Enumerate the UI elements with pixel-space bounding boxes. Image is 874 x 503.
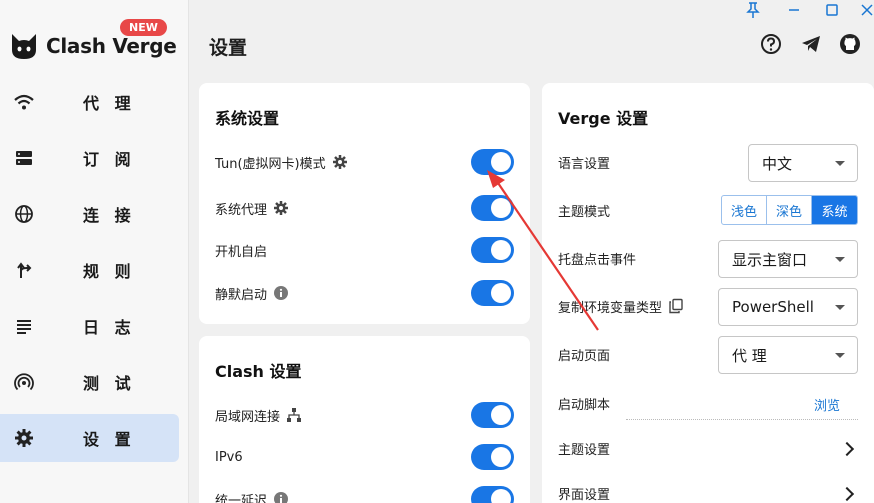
start-script-label: 启动脚本 xyxy=(558,397,611,413)
start-script-field[interactable] xyxy=(626,419,858,420)
tray-event-select[interactable]: 显示主窗口 xyxy=(718,240,858,278)
tray-event-label: 托盘点击事件 xyxy=(558,252,637,268)
list-icon xyxy=(17,320,31,334)
dropdown-arrow-icon xyxy=(835,161,845,166)
system-proxy-label: 系统代理 xyxy=(215,202,268,218)
nav-item-settings[interactable]: 设 置 xyxy=(0,414,179,462)
dropdown-arrow-icon xyxy=(835,257,845,262)
start-page-select[interactable]: 代 理 xyxy=(718,336,858,374)
nav-list: 代 理 订 阅 连 接 规 则 日 志 测 试 设 置 xyxy=(0,78,189,470)
nav-label: 连 接 xyxy=(83,206,136,225)
theme-system-button[interactable]: 系统 xyxy=(812,196,857,224)
github-icon[interactable] xyxy=(839,33,861,55)
sidebar: NEW Clash Verge 代 理 订 阅 连 接 规 则 日 志 测 试 … xyxy=(0,0,189,503)
copy-env-select[interactable]: PowerShell xyxy=(718,288,858,326)
nav-item-proxy[interactable]: 代 理 xyxy=(0,78,179,126)
setting-row-unified-delay: 统一延迟 xyxy=(215,484,514,503)
setting-row-silent-start: 静默启动 xyxy=(215,278,514,308)
ipv6-toggle[interactable] xyxy=(471,444,514,470)
system-proxy-settings-icon[interactable] xyxy=(273,200,289,216)
cat-logo-icon xyxy=(12,34,36,59)
ipv6-label: IPv6 xyxy=(215,449,243,465)
tray-event-value: 显示主窗口 xyxy=(732,250,808,269)
tun-settings-icon[interactable] xyxy=(332,154,348,170)
nav-label: 日 志 xyxy=(83,318,136,337)
nav-item-test[interactable]: 测 试 xyxy=(0,358,179,406)
maximize-icon[interactable] xyxy=(823,1,841,19)
nav-label: 测 试 xyxy=(83,374,136,393)
telegram-icon[interactable] xyxy=(800,33,822,55)
silent-start-toggle[interactable] xyxy=(471,280,514,306)
info-icon[interactable] xyxy=(273,491,289,503)
pin-icon[interactable] xyxy=(744,1,762,19)
tun-mode-label: Tun(虚拟网卡)模式 xyxy=(215,156,326,172)
theme-mode-label: 主题模式 xyxy=(558,204,611,220)
copy-env-label: 复制环境变量类型 xyxy=(558,300,663,316)
unified-delay-toggle[interactable] xyxy=(471,486,514,503)
system-proxy-toggle[interactable] xyxy=(471,195,514,221)
silent-start-label: 静默启动 xyxy=(215,287,268,303)
setting-row-lan: 局域网连接 xyxy=(215,400,514,430)
close-icon[interactable] xyxy=(858,1,874,19)
app-name: Clash Verge xyxy=(46,34,177,58)
unified-delay-label: 统一延迟 xyxy=(215,493,268,503)
minimize-icon[interactable] xyxy=(785,1,803,19)
lan-label: 局域网连接 xyxy=(215,409,281,425)
language-label: 语言设置 xyxy=(558,156,611,172)
card-title: 系统设置 xyxy=(215,109,280,128)
globe-icon xyxy=(15,205,33,223)
radar-icon xyxy=(14,373,34,391)
browse-button[interactable]: 浏览 xyxy=(814,395,840,414)
nav-label: 设 置 xyxy=(83,430,136,449)
page-title: 设置 xyxy=(209,37,248,59)
dropdown-arrow-icon xyxy=(835,305,845,310)
card-title: Verge 设置 xyxy=(558,109,649,128)
theme-dark-button[interactable]: 深色 xyxy=(767,196,812,224)
nav-item-logs[interactable]: 日 志 xyxy=(0,302,179,350)
route-icon xyxy=(17,262,32,278)
wifi-icon xyxy=(14,94,34,110)
autostart-label: 开机自启 xyxy=(215,244,268,260)
ui-settings-label: 界面设置 xyxy=(558,487,611,503)
theme-mode-group: 浅色 深色 系统 xyxy=(721,195,858,225)
clash-settings-card: Clash 设置 局域网连接 IPv6 统一延迟 xyxy=(199,336,530,503)
header: 设置 xyxy=(190,0,874,78)
copy-env-value: PowerShell xyxy=(732,298,814,316)
start-page-value: 代 理 xyxy=(732,346,767,365)
copy-icon[interactable] xyxy=(668,298,684,314)
nav-label: 规 则 xyxy=(83,262,136,281)
setting-row-theme-settings[interactable]: 主题设置 xyxy=(558,433,858,463)
nav-label: 订 阅 xyxy=(83,150,136,169)
start-page-label: 启动页面 xyxy=(558,348,611,364)
lan-toggle[interactable] xyxy=(471,402,514,428)
system-settings-card: 系统设置 Tun(虚拟网卡)模式 系统代理 开机自启 静默启动 xyxy=(199,83,530,324)
app-logo: Clash Verge xyxy=(8,28,183,64)
nav-item-rules[interactable]: 规 则 xyxy=(0,246,179,294)
nav-item-subscription[interactable]: 订 阅 xyxy=(0,134,179,182)
info-icon[interactable] xyxy=(273,285,289,301)
card-title: Clash 设置 xyxy=(215,362,302,381)
nav-label: 代 理 xyxy=(83,94,136,113)
theme-light-button[interactable]: 浅色 xyxy=(722,196,767,224)
nav-item-connections[interactable]: 连 接 xyxy=(0,190,179,238)
setting-row-ui-settings[interactable]: 界面设置 xyxy=(558,478,858,503)
language-select[interactable]: 中文 xyxy=(748,144,858,182)
setting-row-tun: Tun(虚拟网卡)模式 xyxy=(215,147,514,177)
network-icon[interactable] xyxy=(286,407,302,423)
setting-row-ipv6: IPv6 xyxy=(215,442,514,472)
setting-row-system-proxy: 系统代理 xyxy=(215,193,514,223)
help-icon[interactable] xyxy=(760,33,782,55)
dropdown-arrow-icon xyxy=(835,353,845,358)
gear-icon xyxy=(15,429,33,447)
verge-settings-card: Verge 设置 语言设置 中文 主题模式 浅色 深色 系统 托盘点击事件 显示… xyxy=(542,83,874,503)
theme-settings-label: 主题设置 xyxy=(558,442,611,458)
storage-icon xyxy=(16,151,32,165)
tun-mode-toggle[interactable] xyxy=(471,149,514,175)
autostart-toggle[interactable] xyxy=(471,237,514,263)
setting-row-autostart: 开机自启 xyxy=(215,235,514,265)
language-value: 中文 xyxy=(762,154,793,173)
